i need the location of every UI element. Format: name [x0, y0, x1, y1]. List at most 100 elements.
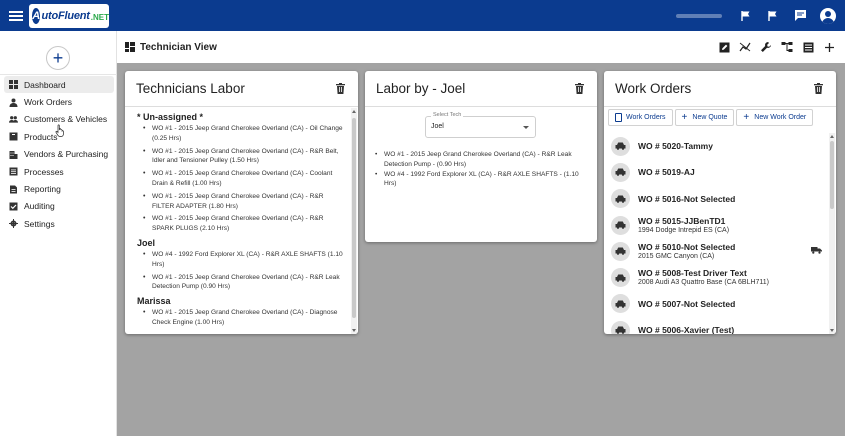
trash-icon[interactable]: [575, 83, 584, 94]
trash-icon[interactable]: [814, 83, 823, 94]
group-title: * Un-assigned *: [137, 112, 204, 122]
dashboard-icon: [9, 80, 18, 90]
work-order-title: WO # 5016-Not Selected: [638, 193, 736, 204]
car-icon: [611, 294, 630, 314]
logo-suffix: .NET: [90, 13, 109, 22]
work-order-item[interactable]: WO # 5007-Not Selected: [611, 291, 826, 317]
sidebar-item-vendors-purchasing[interactable]: Vendors & Purchasing: [4, 146, 114, 163]
group-title: Marissa: [137, 296, 171, 307]
chart-icon[interactable]: [739, 41, 751, 53]
car-icon: [611, 215, 630, 235]
scroll-up-icon[interactable]: [352, 110, 356, 113]
list-item: WO #1 - 2015 Jeep Grand Cherokee Overlan…: [375, 150, 590, 170]
hand-cursor-icon: [55, 124, 64, 137]
dashboard-icon: [125, 42, 135, 52]
sidebar-item-dashboard[interactable]: Dashboard: [4, 76, 114, 94]
work-order-list: WO # 5020-Tammy WO # 5019-AJ WO # 5016-N…: [611, 133, 826, 334]
sidebar-item-work-orders[interactable]: Work Orders: [4, 93, 114, 110]
list-item: WO #1 - 2015 Jeep Grand Cherokee Overlan…: [143, 192, 343, 212]
labor-by-tech-card: Labor by - Joel Select Tech Joel WO #1 -…: [365, 71, 597, 242]
card-title: Labor by - Joel: [376, 81, 466, 96]
work-orders-button[interactable]: Work Orders: [608, 109, 673, 126]
technicians-labor-list: * Un-assigned * WO #1 - 2015 Jeep Grand …: [125, 108, 350, 334]
card-title: Work Orders: [615, 81, 692, 96]
scrollbar[interactable]: [829, 133, 835, 334]
list-view-icon[interactable]: [802, 41, 814, 53]
new-work-order-button[interactable]: + New Work Order: [736, 109, 814, 126]
card-title: Technicians Labor: [136, 81, 245, 96]
work-order-item[interactable]: WO # 5015-JJBenTD1 1994 Dodge Intrepid E…: [611, 212, 826, 238]
wrench-icon[interactable]: [760, 41, 772, 53]
chevron-down-icon: [523, 126, 529, 129]
sidebar-divider: [0, 74, 117, 75]
trash-icon[interactable]: [336, 83, 345, 94]
work-order-item[interactable]: WO # 5019-AJ: [611, 159, 826, 185]
work-order-title: WO # 5019-AJ: [638, 167, 695, 178]
sidebar-item-label: Auditing: [24, 201, 55, 212]
plus-icon: +: [743, 111, 750, 123]
select-value: Joel: [431, 123, 444, 130]
truck-icon: [811, 247, 822, 254]
scrollbar[interactable]: [351, 108, 357, 334]
top-app-bar: A utoFluent .NET: [0, 0, 845, 31]
scroll-down-icon[interactable]: [830, 329, 834, 332]
scroll-down-icon[interactable]: [352, 329, 356, 332]
work-order-item[interactable]: WO # 5008-Test Driver Text 2008 Audi A3 …: [611, 264, 826, 290]
auditing-icon: [9, 202, 18, 211]
edit-icon[interactable]: [718, 41, 730, 53]
group-title: Joel: [137, 237, 156, 248]
scrollbar-thumb[interactable]: [352, 118, 356, 318]
work-order-item[interactable]: WO # 5016-Not Selected: [611, 186, 826, 212]
sidebar-item-label: Products: [24, 131, 58, 142]
sidebar-item-label: Dashboard: [24, 79, 66, 90]
plus-icon: +: [681, 111, 688, 123]
technicians-labor-card: Technicians Labor * Un-assigned * WO #1 …: [125, 71, 358, 334]
flag-icon[interactable]: [739, 9, 753, 23]
hierarchy-icon[interactable]: [781, 41, 793, 53]
dashboard-workspace: Technicians Labor * Un-assigned * WO #1 …: [117, 63, 845, 436]
sidebar-item-processes[interactable]: Processes: [4, 163, 114, 180]
box-icon: [9, 132, 18, 141]
car-icon: [611, 162, 630, 182]
sidebar-item-auditing[interactable]: Auditing: [4, 198, 114, 215]
work-order-title: WO # 5006-Xavier (Test): [638, 325, 735, 334]
chat-icon[interactable]: [793, 9, 807, 23]
sidebar-item-label: Reporting: [24, 184, 61, 195]
list-item: WO #4 - 1992 Ford Explorer XL (CA) - R&R…: [375, 170, 590, 190]
select-tech-dropdown[interactable]: Select Tech Joel: [425, 112, 536, 138]
card-header: Technicians Labor: [125, 71, 358, 107]
work-order-item[interactable]: WO # 5010-Not Selected 2015 GMC Canyon (…: [611, 238, 826, 264]
account-avatar-icon[interactable]: [820, 7, 836, 24]
work-order-item[interactable]: WO # 5006-Xavier (Test): [611, 317, 826, 334]
menu-icon[interactable]: [9, 10, 23, 21]
sidebar-item-settings[interactable]: Settings: [4, 215, 114, 232]
page-toolbar: Technician View: [117, 31, 845, 63]
add-button[interactable]: +: [46, 46, 70, 70]
work-order-title: WO # 5015-JJBenTD1: [638, 215, 726, 226]
flag-outline-icon[interactable]: [766, 9, 780, 23]
logo-mark: A: [32, 7, 41, 24]
app-logo[interactable]: A utoFluent .NET: [29, 3, 109, 28]
new-quote-button[interactable]: + New Quote: [674, 109, 735, 126]
list-item: WO #1 - 2015 Jeep Grand Cherokee Overlan…: [143, 147, 343, 167]
list-item: WO #1 - 2015 Jeep Grand Cherokee Overlan…: [143, 214, 343, 234]
clipboard-icon: [615, 113, 622, 122]
card-header: Work Orders: [604, 71, 836, 107]
scroll-up-icon[interactable]: [830, 135, 834, 138]
sidebar-item-reporting[interactable]: Reporting: [4, 180, 114, 197]
sidebar-item-label: Work Orders: [24, 97, 73, 108]
scrollbar-thumb[interactable]: [830, 141, 834, 209]
work-order-title: WO # 5008-Test Driver Text: [638, 268, 747, 279]
work-order-item[interactable]: WO # 5020-Tammy: [611, 133, 826, 159]
list-item: WO #1 - 2015 Jeep Grand Cherokee Overlan…: [143, 273, 343, 293]
car-icon: [611, 136, 630, 156]
logo-text: utoFluent: [41, 9, 90, 22]
list-item: WO #1 - 2015 Jeep Grand Cherokee Overlan…: [143, 124, 343, 144]
list-icon: [9, 167, 18, 176]
sidebar: + Dashboard Work Orders Customers & Vehi…: [0, 31, 117, 436]
sidebar-item-label: Settings: [24, 218, 55, 229]
work-order-vehicle: 1994 Dodge Intrepid ES (CA): [638, 226, 730, 234]
redacted-text: [676, 13, 722, 18]
add-widget-icon[interactable]: [823, 41, 835, 53]
car-icon: [611, 241, 630, 261]
